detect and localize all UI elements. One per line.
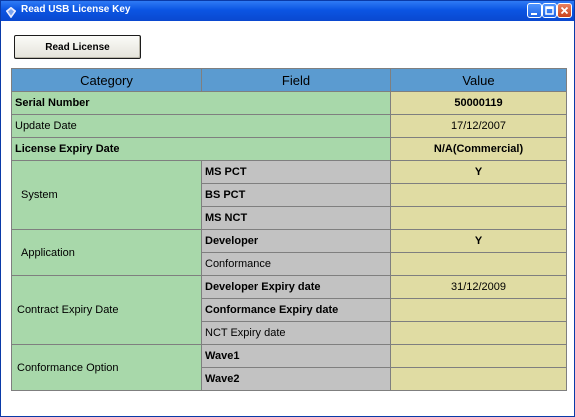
serial-number-label: Serial Number [11, 91, 391, 115]
field-conformance: Conformance [201, 252, 391, 276]
value-ms-pct: Y [390, 160, 567, 184]
license-expiry-value: N/A(Commercial) [390, 137, 567, 161]
update-date-label: Update Date [11, 114, 391, 138]
value-conformance [390, 252, 567, 276]
value-nct-expiry [390, 321, 567, 345]
header-field[interactable]: Field [201, 68, 391, 92]
field-ms-pct: MS PCT [201, 160, 391, 184]
maximize-button[interactable] [542, 3, 557, 18]
window-title: Read USB License Key [21, 4, 131, 15]
field-developer: Developer [201, 229, 391, 253]
field-conformance-expiry: Conformance Expiry date [201, 298, 391, 322]
value-developer: Y [390, 229, 567, 253]
value-wave1 [390, 344, 567, 368]
update-date-value: 17/12/2007 [390, 114, 567, 138]
title-bar[interactable]: Read USB License Key [1, 1, 574, 21]
serial-number-value: 50000119 [390, 91, 567, 115]
license-table: Category Field Value Serial Number 50000… [11, 68, 567, 391]
value-wave2 [390, 367, 567, 391]
header-value[interactable]: Value [390, 68, 567, 92]
category-contract-expiry: Contract Expiry Date [11, 275, 202, 345]
close-button[interactable] [557, 3, 572, 18]
category-application: Application [11, 229, 202, 276]
field-developer-expiry: Developer Expiry date [201, 275, 391, 299]
field-wave2: Wave2 [201, 367, 391, 391]
field-ms-nct: MS NCT [201, 206, 391, 230]
category-system: System [11, 160, 202, 230]
field-bs-pct: BS PCT [201, 183, 391, 207]
value-bs-pct [390, 183, 567, 207]
app-icon [5, 5, 17, 19]
minimize-button[interactable] [527, 3, 542, 18]
header-category[interactable]: Category [11, 68, 202, 92]
category-conformance-option: Conformance Option [11, 344, 202, 391]
field-wave1: Wave1 [201, 344, 391, 368]
value-conformance-expiry [390, 298, 567, 322]
field-nct-expiry: NCT Expiry date [201, 321, 391, 345]
license-window: Read USB License Key Read License Catego… [0, 0, 575, 417]
read-license-button[interactable]: Read License [14, 35, 141, 59]
value-developer-expiry: 31/12/2009 [390, 275, 567, 299]
value-ms-nct [390, 206, 567, 230]
license-expiry-label: License Expiry Date [11, 137, 391, 161]
